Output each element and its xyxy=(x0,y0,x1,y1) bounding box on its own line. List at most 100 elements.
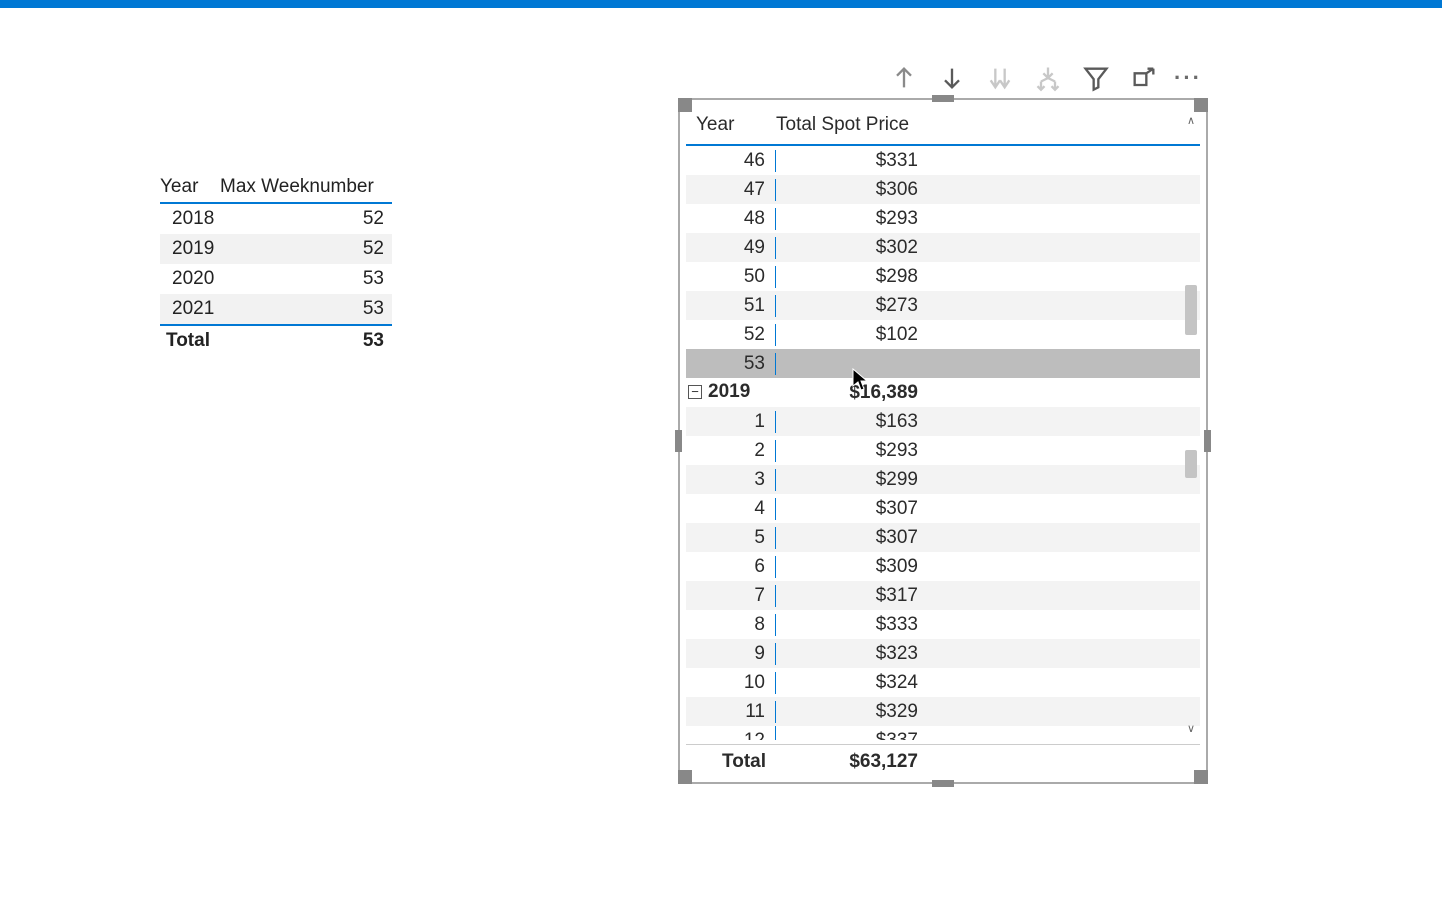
cell-price: $293 xyxy=(776,440,926,462)
cell-price: $299 xyxy=(776,469,926,491)
filter-icon[interactable] xyxy=(1078,60,1114,96)
table-row[interactable]: 49$302 xyxy=(686,233,1200,262)
visual-toolbar: ··· xyxy=(678,58,1208,98)
resize-handle[interactable] xyxy=(675,430,682,452)
column-header-year[interactable]: Year xyxy=(160,176,220,198)
cell-price: $293 xyxy=(776,208,926,230)
table-row[interactable]: 1$163 xyxy=(686,407,1200,436)
column-header-year[interactable]: Year xyxy=(686,114,776,136)
table-row[interactable]: 9$323 xyxy=(686,639,1200,668)
resize-handle[interactable] xyxy=(932,780,954,787)
cell-year: 10 xyxy=(686,672,776,694)
scroll-up-arrow-icon[interactable]: ∧ xyxy=(1184,114,1198,128)
scrollbar-thumb[interactable] xyxy=(1185,285,1197,335)
cell-year: 11 xyxy=(686,701,776,723)
cell-year: 2021 xyxy=(160,298,220,320)
column-header-max[interactable]: Max Weeknumber xyxy=(220,176,392,198)
next-level-icon[interactable] xyxy=(982,60,1018,96)
cell-price: $331 xyxy=(776,150,926,172)
drill-up-icon[interactable] xyxy=(886,60,922,96)
table-row[interactable]: 51$273 xyxy=(686,291,1200,320)
table-row[interactable]: 53 xyxy=(686,349,1200,378)
cell-price: $324 xyxy=(776,672,926,694)
scroll-down-arrow-icon[interactable]: ∨ xyxy=(1184,722,1198,736)
matrix-visual[interactable]: Year Total Spot Price 46$331 47$306 48$2… xyxy=(678,98,1208,784)
table-row[interactable]: 3$299 xyxy=(686,465,1200,494)
matrix-total-row: Total $63,127 xyxy=(686,744,1200,778)
table-row[interactable]: 2$293 xyxy=(686,436,1200,465)
table-row[interactable]: 7$317 xyxy=(686,581,1200,610)
group-row-2019[interactable]: −2019 $16,389 xyxy=(686,378,1200,407)
cell-year: 4 xyxy=(686,498,776,520)
table-row[interactable]: 50$298 xyxy=(686,262,1200,291)
table-row[interactable]: 46$331 xyxy=(686,146,1200,175)
cell-year: 52 xyxy=(686,324,776,346)
table-row[interactable]: 52$102 xyxy=(686,320,1200,349)
group-label: 2019 xyxy=(708,381,750,402)
cell-price: $329 xyxy=(776,701,926,723)
cell-year: 12 xyxy=(686,726,776,740)
cell-year: 53 xyxy=(686,353,776,375)
cell-price: $337 xyxy=(776,726,926,740)
column-header-price[interactable]: Total Spot Price xyxy=(776,114,926,136)
expand-all-icon[interactable] xyxy=(1030,60,1066,96)
cell-year: 5 xyxy=(686,527,776,549)
vertical-scrollbar[interactable]: ∧ ∨ xyxy=(1184,114,1198,736)
table-row[interactable]: 8$333 xyxy=(686,610,1200,639)
cell-year: 8 xyxy=(686,614,776,636)
app-top-accent xyxy=(0,0,1442,8)
cell-year: 2019 xyxy=(160,238,220,260)
cell-price: $163 xyxy=(776,411,926,433)
cell-price: $323 xyxy=(776,643,926,665)
cell-year: 1 xyxy=(686,411,776,433)
cell-price: $302 xyxy=(776,237,926,259)
cell-year: 51 xyxy=(686,295,776,317)
max-weeknumber-table: Year Max Weeknumber 201852 201952 202053… xyxy=(160,176,392,356)
cell-year: 2020 xyxy=(160,268,220,290)
cell-year: 9 xyxy=(686,643,776,665)
more-options-icon[interactable]: ··· xyxy=(1174,65,1202,91)
resize-handle[interactable] xyxy=(1204,430,1211,452)
table-header: Year Max Weeknumber xyxy=(160,176,392,204)
table-row[interactable]: 5$307 xyxy=(686,523,1200,552)
resize-handle[interactable] xyxy=(932,95,954,102)
table-row[interactable]: 48$293 xyxy=(686,204,1200,233)
table-row[interactable]: 10$324 xyxy=(686,668,1200,697)
cell-price: $309 xyxy=(776,556,926,578)
cell-year: 47 xyxy=(686,179,776,201)
cell-price: $306 xyxy=(776,179,926,201)
cell-price: $307 xyxy=(776,527,926,549)
cell-year: 49 xyxy=(686,237,776,259)
table-row[interactable]: 12$337 xyxy=(686,726,1200,740)
collapse-icon[interactable]: − xyxy=(688,385,702,399)
table-row[interactable]: 6$309 xyxy=(686,552,1200,581)
cell-max: 52 xyxy=(220,208,392,230)
cell-year: 46 xyxy=(686,150,776,172)
table-row[interactable]: 202053 xyxy=(160,264,392,294)
cell-price: $317 xyxy=(776,585,926,607)
table-total-row: Total 53 xyxy=(160,324,392,356)
table-row[interactable]: 47$306 xyxy=(686,175,1200,204)
matrix-body: 46$331 47$306 48$293 49$302 50$298 51$27… xyxy=(686,146,1200,744)
cell-price: $273 xyxy=(776,295,926,317)
total-value: 53 xyxy=(220,330,392,352)
cell-price: $102 xyxy=(776,324,926,346)
table-row[interactable]: 202153 xyxy=(160,294,392,324)
total-label: Total xyxy=(160,330,220,352)
focus-mode-icon[interactable] xyxy=(1126,60,1162,96)
table-row[interactable]: 11$329 xyxy=(686,697,1200,726)
scrollbar-thumb[interactable] xyxy=(1185,450,1197,478)
total-label: Total xyxy=(686,751,776,773)
table-row[interactable]: 201952 xyxy=(160,234,392,264)
cell-year: 2018 xyxy=(160,208,220,230)
scrollbar-track[interactable] xyxy=(1184,130,1198,720)
matrix-content: Year Total Spot Price 46$331 47$306 48$2… xyxy=(686,106,1200,776)
group-subtotal: $16,389 xyxy=(776,382,926,404)
table-row[interactable]: 4$307 xyxy=(686,494,1200,523)
drill-down-icon[interactable] xyxy=(934,60,970,96)
cell-year: 6 xyxy=(686,556,776,578)
table-row[interactable]: 201852 xyxy=(160,204,392,234)
cell-max: 52 xyxy=(220,238,392,260)
cell-price: $307 xyxy=(776,498,926,520)
cell-year: 3 xyxy=(686,469,776,491)
